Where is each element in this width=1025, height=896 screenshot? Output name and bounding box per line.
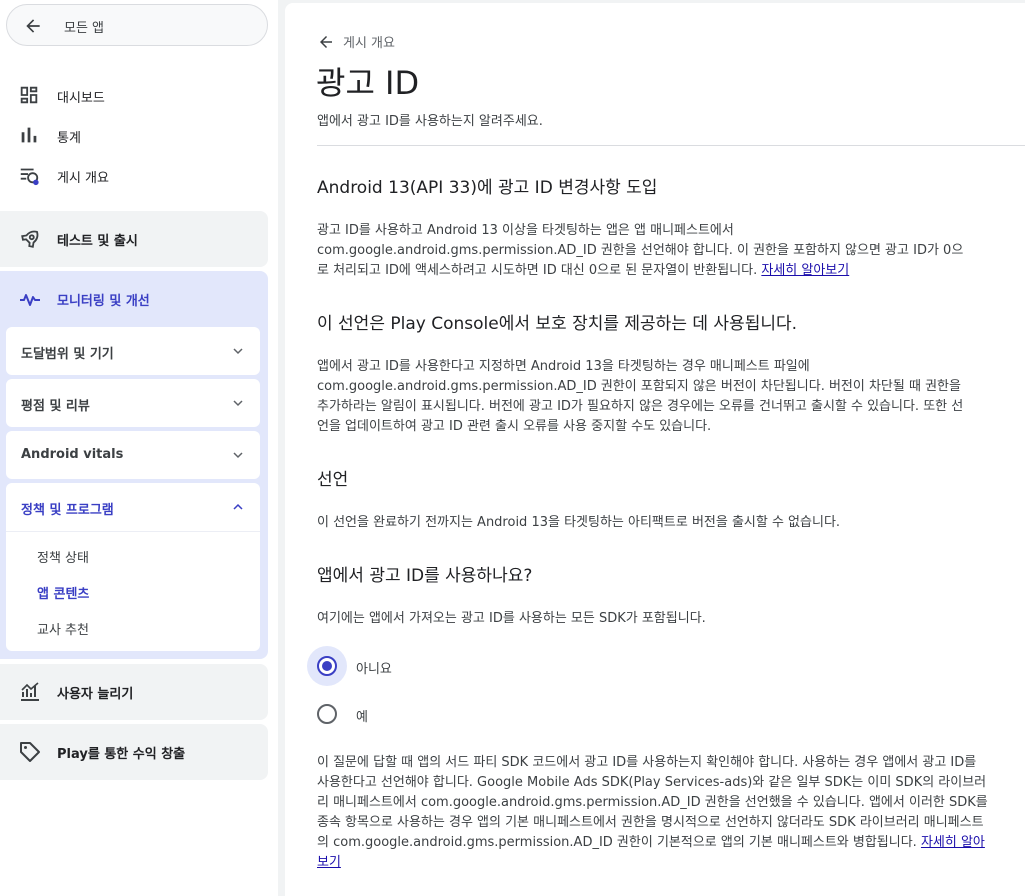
sidebar-link-app-content[interactable]: 앱 콘텐츠 xyxy=(37,583,89,602)
page-title: 광고 ID xyxy=(316,64,420,102)
sidebar-link-policy-status[interactable]: 정책 상태 xyxy=(37,547,89,566)
text-line: com.google.android.gms.permission.AD_ID … xyxy=(317,379,961,394)
text-line: 앱에서 광고 ID를 사용한다고 지정하면 Android 13을 타겟팅하는 … xyxy=(317,359,810,374)
text-line: 사용한다고 선언해야 합니다. Google Mobile Ads SDK(Pl… xyxy=(317,775,987,790)
learn-more-link[interactable]: 자세히 알아 xyxy=(921,835,985,850)
section-header[interactable]: 모니터링 및 개선 xyxy=(0,271,268,327)
sidebar-item-label: 통계 xyxy=(57,131,81,146)
question-hint: 여기에는 앱에서 가져오는 광고 ID를 사용하는 모든 SDK가 포함됩니다. xyxy=(317,611,706,626)
bar-chart-icon xyxy=(21,127,37,143)
sdk-note: 이 질문에 답할 때 앱의 서드 파티 SDK 코드에서 광고 ID를 사용하는… xyxy=(317,753,1007,873)
radio-label: 아니요 xyxy=(356,662,392,677)
text-line: 종속 항목으로 사용하는 경우 앱의 기본 매니페스트에서 권한을 명시적으로 … xyxy=(317,815,984,830)
text-line: 의 com.google.android.gms.permission.AD_I… xyxy=(317,833,1007,853)
text-line: com.google.android.gms.permission.AD_ID … xyxy=(317,243,964,258)
section-heading-android13: Android 13(API 33)에 광고 ID 변경사항 도입 xyxy=(317,178,658,198)
android13-description: 광고 ID를 사용하고 Android 13 이상을 타겟팅하는 앱은 앱 매니… xyxy=(317,221,982,281)
back-to-all-apps-button[interactable]: 모든 앱 xyxy=(6,4,268,46)
section-label: 테스트 및 출시 xyxy=(57,234,138,249)
chevron-down-icon xyxy=(233,400,243,407)
question-heading: 앱에서 광고 ID를 사용하나요? xyxy=(317,566,533,586)
growth-chart-icon xyxy=(21,682,39,701)
text-line: 광고 ID를 사용하고 Android 13 이상을 타겟팅하는 앱은 앱 매니… xyxy=(317,223,734,238)
radio-option-no[interactable]: 아니요 xyxy=(307,646,607,686)
safeguard-description: 앱에서 광고 ID를 사용한다고 지정하면 Android 13을 타겟팅하는 … xyxy=(317,357,982,437)
subitem-label: Android vitals xyxy=(21,447,124,462)
section-header: 사용자 늘리기 xyxy=(0,664,268,720)
sidebar-subitem-policy-programs: 정책 및 프로그램 정책 상태 앱 콘텐츠 교사 추천 xyxy=(6,483,260,651)
section-heading-declaration: 선언 xyxy=(317,470,349,490)
text-line: 언을 업데이트하여 광고 ID 관련 출시 오류를 사용 중지할 수도 있습니다… xyxy=(317,419,712,434)
section-heading-play-console-safeguard: 이 선언은 Play Console에서 보호 장치를 제공하는 데 사용됩니다… xyxy=(317,314,798,334)
learn-more-link-continued[interactable]: 보기 xyxy=(317,855,341,870)
sidebar: 모든 앱 대시보드 통계 게시 개요 테스트 및 출시 모니터링 및 개선 도달… xyxy=(0,0,278,896)
text-fragment: 의 com.google.android.gms.permission.AD_I… xyxy=(317,835,921,850)
tag-icon xyxy=(20,742,40,762)
main-content: 게시 개요 광고 ID 앱에서 광고 ID를 사용하는지 알려주세요. Andr… xyxy=(285,3,1025,896)
radio-label: 예 xyxy=(356,710,368,725)
sidebar-section-monitor: 모니터링 및 개선 도달범위 및 기기 평점 및 리뷰 Android vita… xyxy=(0,271,268,659)
dashboard-icon xyxy=(20,86,38,104)
back-label: 모든 앱 xyxy=(64,21,105,36)
declaration-description: 이 선언을 완료하기 전까지는 Android 13을 타겟팅하는 아티팩트로 … xyxy=(317,515,841,530)
section-label: 모니터링 및 개선 xyxy=(57,294,150,309)
text-line: 리 매니페스트에서 com.google.android.gms.permiss… xyxy=(317,795,988,810)
sidebar-subitem-reach-devices[interactable]: 도달범위 및 기기 xyxy=(6,327,260,375)
sidebar-section-test-release[interactable]: 테스트 및 출시 xyxy=(0,211,268,267)
sidebar-item-publishing-overview[interactable]: 게시 개요 xyxy=(0,155,268,195)
sidebar-item-label: 대시보드 xyxy=(57,91,105,106)
sidebar-link-teacher-approved[interactable]: 교사 추천 xyxy=(37,619,89,638)
subitem-label[interactable]: 정책 및 프로그램 xyxy=(21,499,114,518)
text-line: 추가하라는 알림이 표시됩니다. 버전에 광고 ID가 필요하지 않은 경우에는… xyxy=(317,399,964,414)
section-header: Play를 통한 수익 창출 xyxy=(0,724,268,780)
sidebar-section-monetize[interactable]: Play를 통한 수익 창출 xyxy=(0,724,268,780)
rocket-icon xyxy=(21,230,39,248)
sidebar-subitem-android-vitals[interactable]: Android vitals xyxy=(6,431,260,479)
publishing-overview-icon xyxy=(20,168,39,186)
arrow-back-icon xyxy=(26,19,40,33)
breadcrumb[interactable]: 게시 개요 xyxy=(317,32,395,51)
subitem-label: 도달범위 및 기기 xyxy=(21,347,114,362)
pulse-icon xyxy=(20,294,40,306)
sidebar-item-statistics[interactable]: 통계 xyxy=(0,115,268,155)
section-label: 사용자 늘리기 xyxy=(57,687,134,702)
divider xyxy=(317,145,1025,146)
learn-more-link[interactable]: 자세히 알아보기 xyxy=(761,263,849,278)
section-header: 테스트 및 출시 xyxy=(0,211,268,267)
sidebar-subitem-ratings-reviews[interactable]: 평점 및 리뷰 xyxy=(6,379,260,427)
chevron-up-icon[interactable] xyxy=(232,501,244,513)
sidebar-item-label: 게시 개요 xyxy=(57,171,109,186)
radio-button[interactable] xyxy=(317,704,337,724)
text-line: 이 질문에 답할 때 앱의 서드 파티 SDK 코드에서 광고 ID를 사용하는… xyxy=(317,755,977,770)
sidebar-item-dashboard[interactable]: 대시보드 xyxy=(0,75,268,115)
text-line: 로 처리되고 ID에 액세스하려고 시도하면 ID 대신 0으로 된 문자열이 … xyxy=(317,261,982,281)
text-fragment: 로 처리되고 ID에 액세스하려고 시도하면 ID 대신 0으로 된 문자열이 … xyxy=(317,263,762,278)
text-line: 보기 xyxy=(317,853,1007,873)
chevron-down-icon xyxy=(233,452,243,459)
radio-option-yes[interactable]: 예 xyxy=(307,694,607,734)
page-subtitle: 앱에서 광고 ID를 사용하는지 알려주세요. xyxy=(317,114,543,129)
sidebar-section-grow[interactable]: 사용자 늘리기 xyxy=(0,664,268,720)
subitem-label: 평점 및 리뷰 xyxy=(21,399,90,414)
chevron-down-icon xyxy=(233,348,243,355)
breadcrumb-label: 게시 개요 xyxy=(343,36,395,51)
arrow-back-icon xyxy=(320,35,332,48)
radio-button[interactable] xyxy=(317,656,337,676)
divider xyxy=(6,531,260,532)
section-label: Play를 통한 수익 창출 xyxy=(57,747,186,762)
